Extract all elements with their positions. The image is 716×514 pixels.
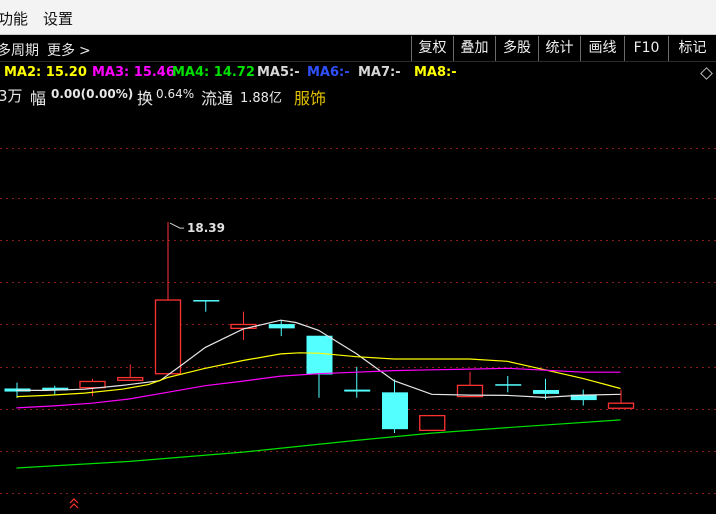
diamond-icon[interactable] (700, 67, 713, 80)
candle-body (382, 392, 408, 430)
ma6-value: - (344, 65, 350, 80)
statistics-button[interactable]: 统计 (538, 36, 580, 61)
multi-stock-button[interactable]: 多股 (495, 36, 538, 61)
ma7-label: MA7: (358, 65, 396, 80)
candle-body (495, 384, 522, 386)
ma2-label: MA2: (4, 65, 42, 80)
high-price-label: 18.39 (187, 221, 225, 235)
turnover-value: 0.64% (156, 87, 195, 101)
menu-settings[interactable]: 设置 (43, 8, 73, 29)
candle-body (268, 324, 295, 329)
amplitude-value: 0.00(0.00%) (51, 87, 134, 101)
float-value: 1.88亿 (240, 91, 282, 106)
ma2-item: MA2: 15.20 (4, 65, 87, 80)
restore-rights-button[interactable]: 复权 (411, 36, 453, 61)
f10-button[interactable]: F10 (624, 36, 668, 61)
candle-body (79, 380, 106, 389)
overlay-button[interactable]: 叠加 (453, 36, 495, 61)
candle-body (117, 376, 144, 381)
candle-body (154, 299, 182, 375)
candle-body (306, 335, 333, 375)
signal-arrow-icon (69, 498, 79, 509)
ma7-value: - (395, 65, 401, 80)
menu-function[interactable]: 功能 (0, 8, 28, 29)
ma8-label: MA8: (414, 65, 452, 80)
ma-line (16, 419, 621, 469)
ma6-label: MA6: (307, 65, 345, 80)
chevron-right-icon: > (79, 43, 91, 59)
candle-body (419, 414, 446, 431)
ma2-value: 15.20 (45, 65, 87, 80)
ma5-label: MA5: (257, 65, 295, 80)
ma3-value: 15.46 (133, 65, 175, 80)
ma7-item: MA7:- (358, 65, 401, 80)
candle-body (193, 300, 220, 302)
ma5-value: - (294, 65, 300, 80)
ma6-item: MA6:- (307, 65, 350, 80)
volume-fragment: 3万 (0, 87, 23, 105)
high-marker-line (169, 222, 184, 229)
ma4-label: MA4: (172, 65, 210, 80)
candle-body (607, 402, 635, 409)
ma8-value: - (451, 65, 457, 80)
ma3-label: MA3: (92, 65, 130, 80)
ma8-item: MA8:- (414, 65, 457, 80)
ma4-value: 14.72 (213, 65, 255, 80)
ma3-item: MA3: 15.46 (92, 65, 175, 80)
draw-line-button[interactable]: 画线 (580, 36, 624, 61)
candle-body (344, 389, 371, 392)
ma4-item: MA4: 14.72 (172, 65, 255, 80)
menu-bar: 功能 设置 (0, 0, 716, 35)
multi-period-button[interactable]: 多周期 (0, 40, 39, 60)
chart-toolbar: 多周期 更多 > 复权 叠加 多股 统计 画线 F10 标记 (0, 36, 716, 62)
kline-chart[interactable]: 18.39 (0, 105, 716, 514)
mark-button[interactable]: 标记 (668, 36, 716, 61)
candle-body (533, 390, 559, 394)
more-button[interactable]: 更多 > (47, 40, 91, 60)
ma5-item: MA5:- (257, 65, 300, 80)
more-label: 更多 (47, 43, 75, 59)
